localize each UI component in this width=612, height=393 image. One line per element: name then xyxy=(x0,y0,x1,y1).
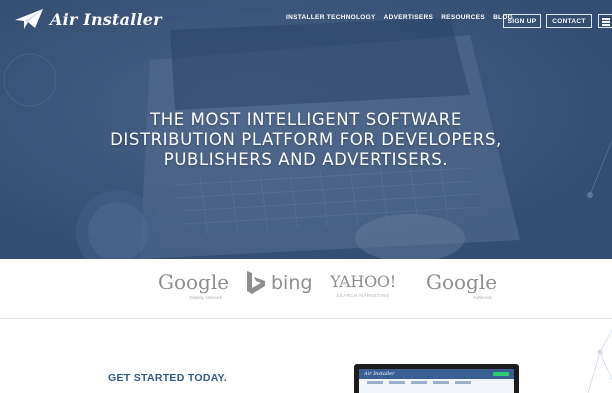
brand-name: Air Installer xyxy=(50,9,162,29)
nav-link-advertisers[interactable]: ADVERTISERS xyxy=(384,14,434,21)
partner-name: Google xyxy=(426,270,498,294)
partner-name: Google xyxy=(158,270,230,294)
preview-header: Air Installer xyxy=(359,369,514,379)
get-started-heading: GET STARTED TODAY. xyxy=(108,372,227,384)
partner-logos: Google Display Network bing YAHOO! SEARC… xyxy=(0,259,612,319)
sign-up-button[interactable]: SIGN UP xyxy=(503,14,541,28)
section-divider xyxy=(0,318,612,319)
partner-google-display-network: Google Display Network xyxy=(158,270,230,300)
hamburger-menu-icon[interactable] xyxy=(598,14,612,28)
partner-name: bing xyxy=(271,272,313,294)
partner-bing: bing xyxy=(246,271,312,295)
preview-logo: Air Installer xyxy=(364,371,395,377)
top-navigation: Air Installer INSTALLER TECHNOLOGY ADVER… xyxy=(0,0,612,44)
hero-headline: THE MOST INTELLIGENT SOFTWARE DISTRIBUTI… xyxy=(0,110,612,170)
paper-plane-icon xyxy=(15,9,43,29)
nav-link-resources[interactable]: RESOURCES xyxy=(441,14,485,21)
product-preview-screenshot: Air Installer xyxy=(354,364,519,393)
nav-links: INSTALLER TECHNOLOGY ADVERTISERS RESOURC… xyxy=(286,14,521,21)
hero-headline-line-3: PUBLISHERS AND ADVERTISERS. xyxy=(163,150,449,169)
partner-yahoo-search-marketing: YAHOO! SEARCH MARKETING xyxy=(324,272,402,298)
hero-headline-line-1: THE MOST INTELLIGENT SOFTWARE xyxy=(150,110,462,129)
partner-subtitle: Display Network xyxy=(189,295,222,300)
preview-tabs xyxy=(367,381,477,386)
partner-subtitle: SEARCH MARKETING xyxy=(336,293,390,298)
decorative-network-lines xyxy=(587,330,612,393)
partner-name: YAHOO! xyxy=(330,272,396,291)
contact-button[interactable]: CONTACT xyxy=(546,14,592,28)
nav-link-installer-technology[interactable]: INSTALLER TECHNOLOGY xyxy=(286,14,376,21)
partner-google-adwords: Google AdWords xyxy=(426,270,498,300)
partner-subtitle: AdWords xyxy=(473,295,492,300)
preview-badge xyxy=(493,372,509,376)
preview-screen: Air Installer xyxy=(359,369,514,393)
hero-section: Air Installer INSTALLER TECHNOLOGY ADVER… xyxy=(0,0,612,259)
brand-logo[interactable]: Air Installer xyxy=(14,8,162,30)
hero-headline-line-2: DISTRIBUTION PLATFORM FOR DEVELOPERS, xyxy=(110,130,502,149)
bing-logo-icon xyxy=(247,271,265,294)
